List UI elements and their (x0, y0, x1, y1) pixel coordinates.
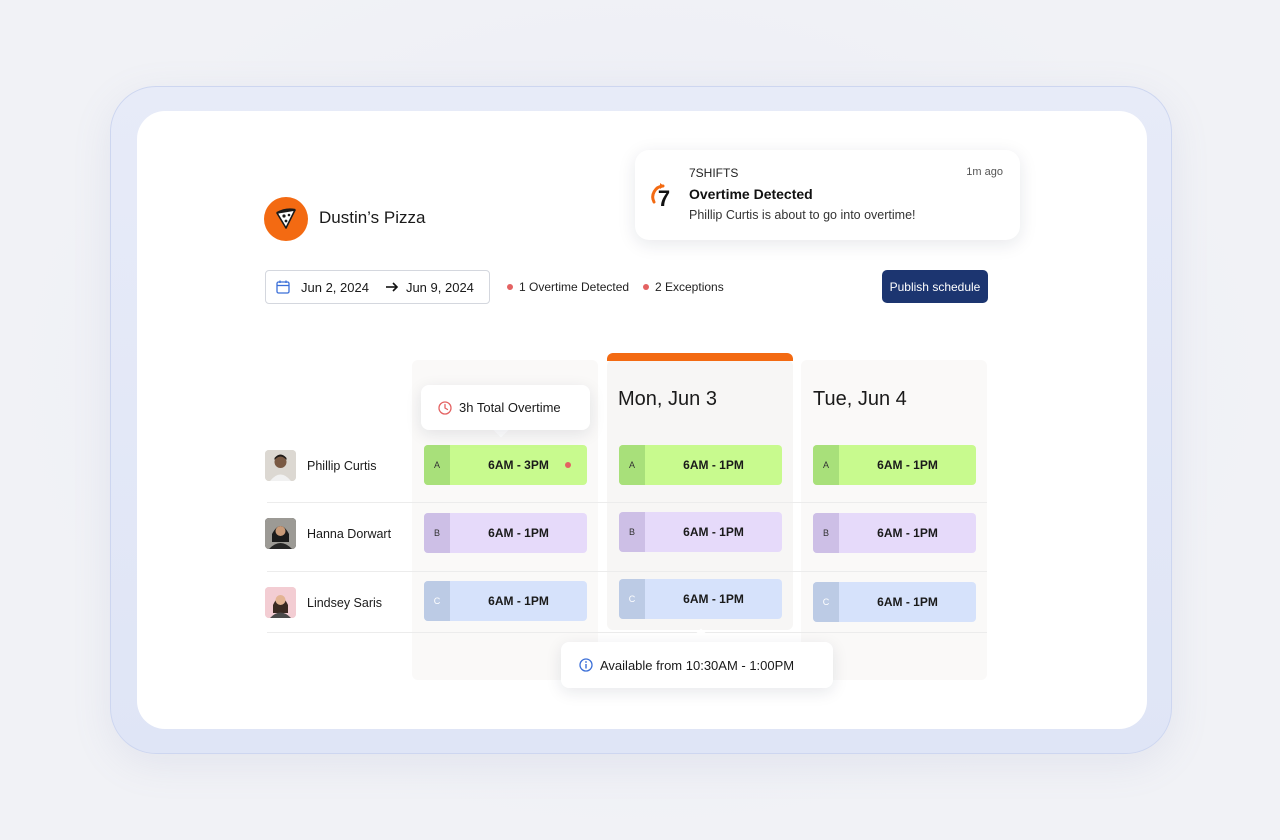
shift-card[interactable]: B 6AM - 1PM (813, 513, 976, 553)
position-badge: B (813, 513, 839, 553)
calendar-icon (276, 280, 290, 294)
exceptions-alert[interactable]: 2 Exceptions (643, 280, 724, 294)
employee-row-label[interactable]: Phillip Curtis (265, 450, 376, 481)
brand-name: Dustin’s Pizza (319, 208, 426, 227)
employee-name: Lindsey Saris (307, 595, 383, 610)
shift-card[interactable]: A 6AM - 3PM (424, 445, 587, 485)
position-badge: C (813, 582, 839, 622)
shift-time: 6AM - 1PM (877, 595, 938, 609)
svg-text:7: 7 (658, 186, 670, 210)
employee-row-label[interactable]: Hanna Dorwart (265, 518, 391, 549)
shift-time: 6AM - 1PM (488, 526, 549, 540)
shift-card[interactable]: A 6AM - 1PM (813, 445, 976, 485)
shift-card[interactable]: B 6AM - 1PM (424, 513, 587, 553)
shift-time: 6AM - 1PM (488, 594, 549, 608)
shift-time: 6AM - 1PM (877, 526, 938, 540)
avatar (265, 587, 296, 618)
avatar (265, 518, 296, 549)
shift-time: 6AM - 1PM (683, 525, 744, 539)
notification-message: Phillip Curtis is about to go into overt… (689, 208, 916, 222)
availability-tooltip: Available from 10:30AM - 1:00PM (561, 642, 833, 688)
overtime-notification[interactable]: 7 7SHIFTS 1m ago Overtime Detected Phill… (635, 150, 1020, 240)
overtime-dot-icon (565, 462, 571, 468)
overtime-alert[interactable]: 1 Overtime Detected (507, 280, 629, 294)
alert-dot-icon (643, 284, 649, 290)
date-end: Jun 9, 2024 (405, 279, 474, 295)
row-divider (267, 571, 987, 572)
date-start: Jun 2, 2024 (301, 279, 369, 295)
app-screen: Dustin’s Pizza 7 7SHIFTS 1m ago Overtime… (137, 111, 1147, 729)
shift-time: 6AM - 1PM (877, 458, 938, 472)
overtime-tooltip: 3h Total Overtime (421, 385, 590, 430)
employee-name: Hanna Dorwart (307, 526, 392, 541)
availability-tooltip-text: Available from 10:30AM - 1:00PM (600, 657, 795, 673)
brand-logo[interactable] (264, 197, 308, 241)
info-icon (579, 658, 593, 672)
employee-name: Phillip Curtis (307, 458, 377, 473)
clock-icon (438, 400, 452, 415)
person-icon (265, 518, 296, 549)
row-divider (267, 632, 987, 633)
today-indicator (607, 353, 793, 361)
notification-time: 1m ago (966, 166, 1003, 178)
shift-card[interactable]: B 6AM - 1PM (619, 512, 782, 552)
notification-title: Overtime Detected (689, 186, 813, 202)
arrow-right-icon (385, 282, 399, 292)
exceptions-alert-label: 2 Exceptions (655, 280, 724, 294)
shift-card[interactable]: A 6AM - 1PM (619, 445, 782, 485)
overtime-alert-label: 1 Overtime Detected (519, 280, 630, 294)
position-badge: A (619, 445, 645, 485)
shift-time: 6AM - 1PM (683, 458, 744, 472)
date-range-picker[interactable]: Jun 2, 2024 Jun 9, 2024 (265, 270, 490, 304)
person-icon (265, 587, 296, 618)
shift-card[interactable]: C 6AM - 1PM (813, 582, 976, 622)
position-badge: B (619, 512, 645, 552)
shift-time: 6AM - 1PM (683, 592, 744, 606)
position-badge: A (424, 445, 450, 485)
person-icon (265, 450, 296, 481)
7shifts-logo-icon: 7 (651, 183, 670, 210)
shift-card[interactable]: C 6AM - 1PM (619, 579, 782, 619)
publish-schedule-button[interactable]: Publish schedule (882, 270, 988, 303)
position-badge: B (424, 513, 450, 553)
shift-card[interactable]: C 6AM - 1PM (424, 581, 587, 621)
notification-app-name: 7SHIFTS (689, 166, 739, 180)
position-badge: A (813, 445, 839, 485)
pizza-slice-icon (276, 208, 296, 229)
position-badge: C (619, 579, 645, 619)
alert-dot-icon (507, 284, 513, 290)
avatar (265, 450, 296, 481)
row-divider (267, 502, 987, 503)
overtime-tooltip-text: 3h Total Overtime (459, 400, 561, 415)
day-header-tue[interactable]: Tue, Jun 4 (813, 388, 907, 411)
position-badge: C (424, 581, 450, 621)
employee-row-label[interactable]: Lindsey Saris (265, 587, 382, 618)
day-header-mon[interactable]: Mon, Jun 3 (618, 388, 717, 411)
